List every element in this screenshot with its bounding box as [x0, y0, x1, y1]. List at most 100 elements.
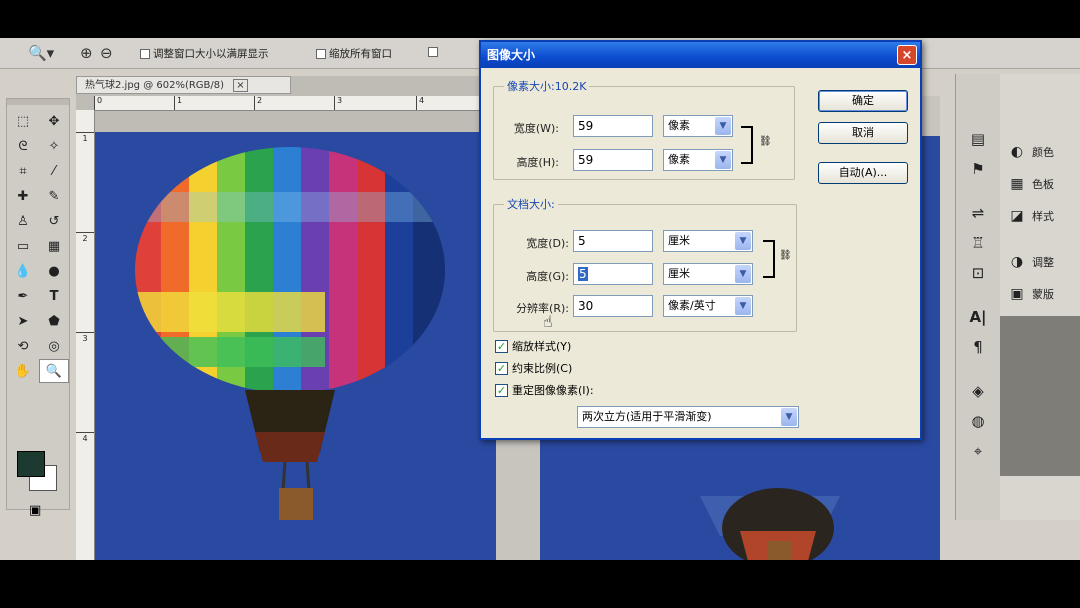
- dialog-titlebar[interactable]: 图像大小 ×: [481, 42, 920, 68]
- zoom-tool-icon[interactable]: 🔍▾: [28, 43, 54, 63]
- zoom-all-windows-checkbox[interactable]: 缩放所有窗口: [316, 46, 392, 61]
- ruler-tick: 0: [94, 96, 102, 110]
- checkmark-icon[interactable]: ✓: [495, 361, 508, 375]
- ruler-tick: 1: [76, 132, 94, 143]
- layers-panel-icon[interactable]: ◈: [956, 376, 1000, 406]
- character-panel-icon[interactable]: A|: [956, 302, 1000, 332]
- checkmark-icon[interactable]: ✓: [495, 383, 508, 397]
- doc-height-label: 高度(G):: [526, 270, 569, 283]
- crop-tool-icon[interactable]: ⌗: [8, 159, 38, 183]
- panel-group: ◐ 颜色 ▦ 色板 ◪ 样式 ◑ 调整 ▣ 蒙版: [1000, 74, 1080, 520]
- pixel-height-label: 高度(H):: [516, 156, 559, 169]
- healing-brush-icon[interactable]: ✚: [8, 184, 38, 208]
- toolbox: ⬚ ✥ ᘓ ✧ ⌗ ⁄ ✚ ✎ ♙ ↺ ▭ ▦ 💧 ● ✒ T ➤ ⬟ ⟲ ◎ …: [6, 98, 70, 518]
- close-icon[interactable]: ×: [233, 79, 248, 92]
- ruler-tick: 4: [416, 96, 424, 110]
- pixel-width-input[interactable]: 59: [573, 115, 653, 137]
- chevron-down-icon[interactable]: ▼: [715, 151, 731, 169]
- zoom-tool-icon[interactable]: 🔍: [39, 359, 69, 383]
- resolution-unit-select[interactable]: 像素/英寸 ▼: [663, 295, 753, 317]
- hand-tool-icon[interactable]: ✋: [8, 359, 38, 383]
- doc-height-input[interactable]: 5: [573, 263, 653, 285]
- lasso-tool-icon[interactable]: ᘓ: [8, 134, 38, 158]
- panel-styles[interactable]: ◪ 样式: [1000, 200, 1080, 232]
- ruler-tick: 3: [334, 96, 342, 110]
- pixel-height-unit-select[interactable]: 像素 ▼: [663, 149, 733, 171]
- brush-tool-icon[interactable]: ✎: [39, 184, 69, 208]
- brush-presets-icon[interactable]: ⇌: [956, 198, 1000, 228]
- panel-swatches[interactable]: ▦ 色板: [1000, 168, 1080, 200]
- quick-mask-icon[interactable]: ▣: [29, 503, 41, 518]
- scale-styles-checkbox[interactable]: ✓ 缩放样式(Y): [495, 338, 571, 354]
- channels-panel-icon[interactable]: ◍: [956, 406, 1000, 436]
- 3d-rotate-icon[interactable]: ⟲: [8, 334, 38, 358]
- magic-wand-icon[interactable]: ✧: [39, 134, 69, 158]
- paths-panel-icon[interactable]: ⌖: [956, 436, 1000, 466]
- pen-tool-icon[interactable]: ✒: [8, 284, 38, 308]
- constrain-bracket: [763, 240, 775, 278]
- resample-image-checkbox[interactable]: ✓ 重定图像像素(I):: [495, 382, 594, 398]
- resize-windows-checkbox[interactable]: 调整窗口大小以满屏显示: [140, 46, 269, 61]
- panel-label: 色板: [1032, 178, 1054, 191]
- ruler-tick: 1: [174, 96, 182, 110]
- cancel-button[interactable]: 取消: [818, 122, 908, 144]
- chevron-down-icon[interactable]: ▼: [781, 408, 797, 426]
- color-icon: ◐: [1010, 144, 1024, 160]
- image-canvas[interactable]: [95, 132, 496, 560]
- select-value: 像素/英寸: [668, 299, 716, 312]
- actions-panel-icon[interactable]: ⚑: [956, 154, 1000, 184]
- pixel-width-unit-select[interactable]: 像素 ▼: [663, 115, 733, 137]
- ok-button[interactable]: 确定: [818, 90, 908, 112]
- zoom-in-icon[interactable]: ⊕: [80, 43, 93, 63]
- move-tool-icon[interactable]: ✥: [39, 109, 69, 133]
- 3d-orbit-icon[interactable]: ◎: [39, 334, 69, 358]
- gradient-tool-icon[interactable]: ▦: [39, 234, 69, 258]
- eraser-tool-icon[interactable]: ▭: [8, 234, 38, 258]
- eyedropper-icon[interactable]: ⁄: [39, 159, 69, 183]
- path-select-icon[interactable]: ➤: [8, 309, 38, 333]
- resample-method-select[interactable]: 两次立方(适用于平滑渐变) ▼: [577, 406, 799, 428]
- select-value: 两次立方(适用于平滑渐变): [582, 410, 712, 423]
- doc-width-unit-select[interactable]: 厘米 ▼: [663, 230, 753, 252]
- type-tool-icon[interactable]: T: [39, 284, 69, 308]
- panel-dock: ▤ ⚑ ⇌ ♖ ⊡ A| ¶ ◈ ◍ ⌖: [955, 74, 1000, 520]
- select-value: 像素: [668, 119, 690, 132]
- panel-masks[interactable]: ▣ 蒙版: [1000, 278, 1080, 310]
- document-size-legend: 文档大小:: [507, 198, 555, 211]
- document-tab[interactable]: 热气球2.jpg @ 602%(RGB/8) ×: [76, 76, 291, 94]
- chevron-down-icon[interactable]: ▼: [715, 117, 731, 135]
- pixel-height-input[interactable]: 59: [573, 149, 653, 171]
- marquee-tool-icon[interactable]: ⬚: [8, 109, 38, 133]
- tool-presets-icon[interactable]: ⊡: [956, 258, 1000, 288]
- doc-height-unit-select[interactable]: 厘米 ▼: [663, 263, 753, 285]
- image-size-dialog: 图像大小 × 像素大小:10.2K 宽度(W): 59 像素 ▼ 高度(H): …: [479, 40, 922, 440]
- history-panel-icon[interactable]: ▤: [956, 124, 1000, 154]
- checkbox-box[interactable]: [316, 48, 326, 59]
- constrain-proportions-checkbox[interactable]: ✓ 约束比例(C): [495, 360, 572, 376]
- chevron-down-icon[interactable]: ▼: [735, 232, 751, 250]
- panel-label: 蒙版: [1032, 288, 1054, 301]
- auto-button[interactable]: 自动(A)...: [818, 162, 908, 184]
- close-icon[interactable]: ×: [897, 45, 917, 65]
- blur-tool-icon[interactable]: 💧: [8, 259, 38, 283]
- clone-stamp-icon[interactable]: ♙: [8, 209, 38, 233]
- panel-color[interactable]: ◐ 颜色: [1000, 136, 1080, 168]
- history-brush-icon[interactable]: ↺: [39, 209, 69, 233]
- chevron-down-icon[interactable]: ▼: [735, 265, 751, 283]
- foreground-color-swatch[interactable]: [17, 451, 45, 477]
- resolution-input[interactable]: 30: [573, 295, 653, 317]
- dodge-tool-icon[interactable]: ●: [39, 259, 69, 283]
- panel-adjustments[interactable]: ◑ 调整: [1000, 246, 1080, 278]
- chevron-down-icon[interactable]: ▼: [735, 297, 751, 315]
- checkmark-icon[interactable]: ✓: [495, 339, 508, 353]
- shape-tool-icon[interactable]: ⬟: [39, 309, 69, 333]
- selected-text: 5: [578, 267, 588, 281]
- paragraph-panel-icon[interactable]: ¶: [956, 332, 1000, 362]
- zoom-out-icon[interactable]: ⊖: [100, 43, 113, 63]
- clone-source-icon[interactable]: ♖: [956, 228, 1000, 258]
- styles-icon: ◪: [1010, 208, 1024, 224]
- options-checkbox[interactable]: [428, 47, 438, 57]
- doc-width-input[interactable]: 5: [573, 230, 653, 252]
- checkbox-box[interactable]: [140, 48, 150, 59]
- resample-image-label: 重定图像像素(I):: [512, 384, 594, 397]
